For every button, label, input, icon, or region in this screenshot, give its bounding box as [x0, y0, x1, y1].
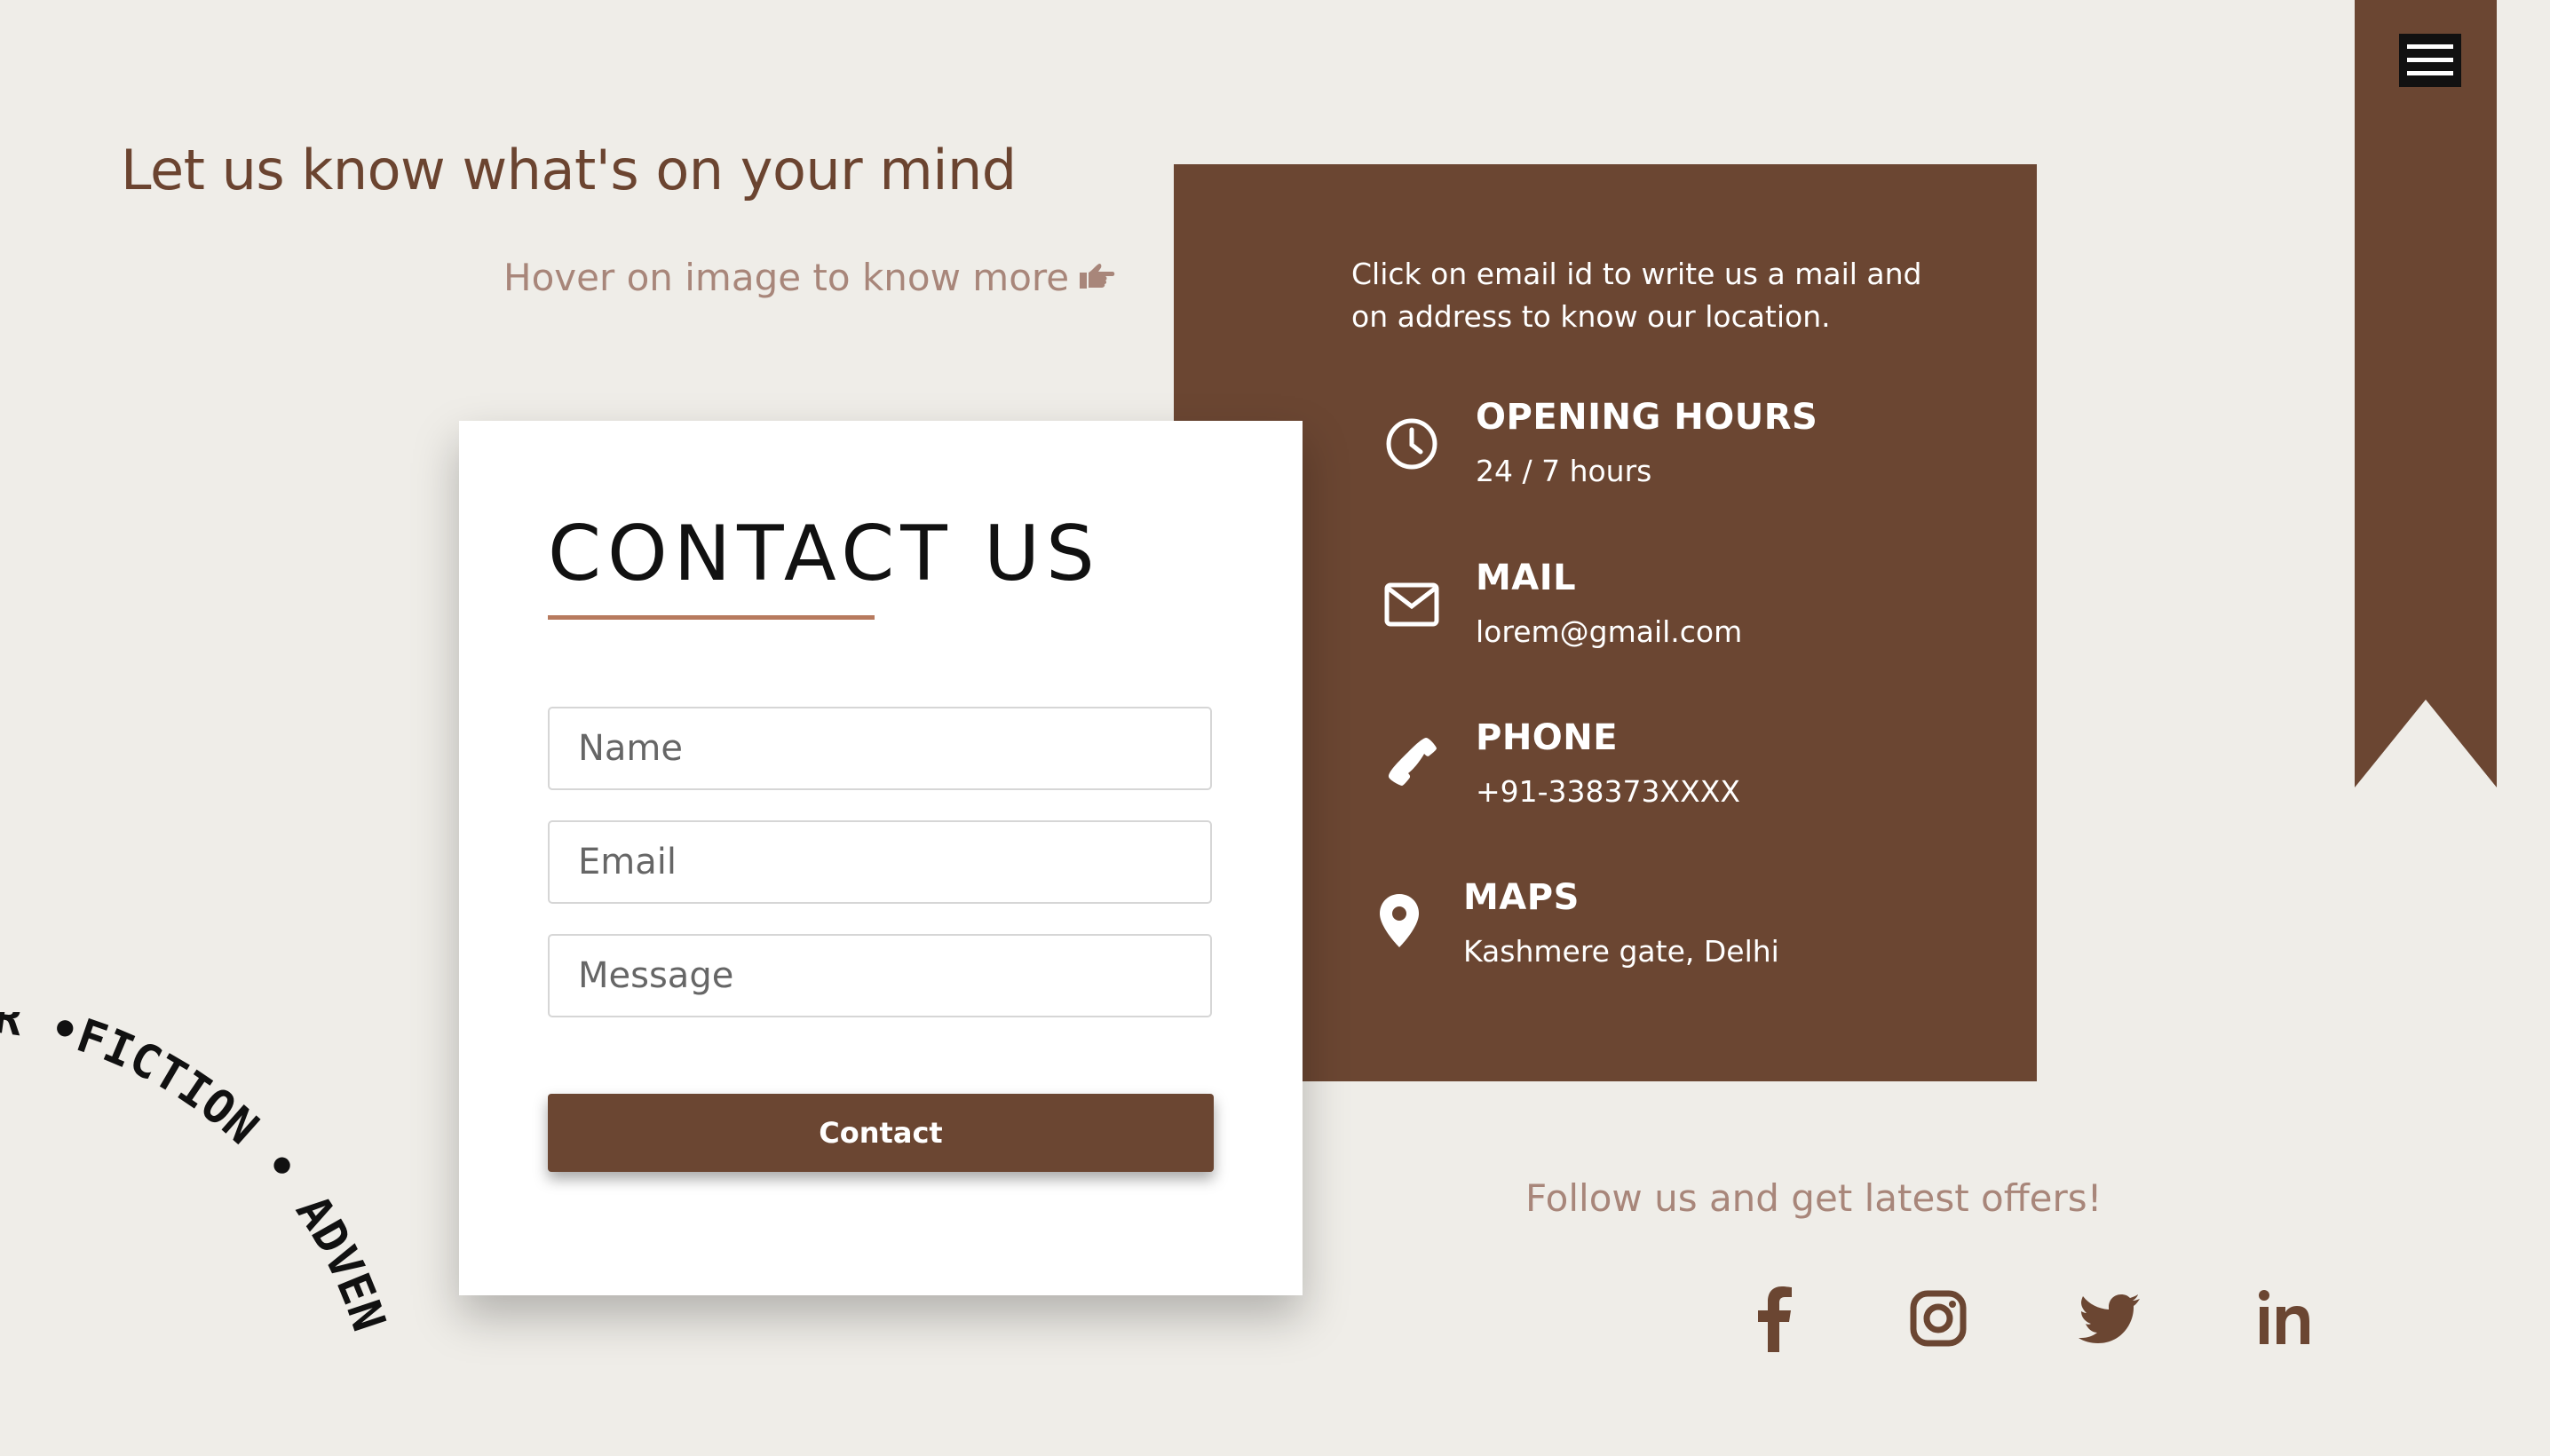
- opening-hours-item: OPENING HOURS 24 / 7 hours: [1476, 397, 1817, 488]
- title-underline: [548, 615, 875, 620]
- contact-form-title: CONTACT US: [548, 510, 1101, 598]
- opening-hours-title: OPENING HOURS: [1476, 397, 1818, 438]
- phone-title: PHONE: [1476, 717, 1619, 758]
- follow-text: Follow us and get latest offers!: [1525, 1176, 2103, 1220]
- phone-item: PHONE +91-338373XXXX: [1476, 717, 1740, 809]
- twitter-icon[interactable]: [2076, 1283, 2147, 1354]
- hover-hint-text: Hover on image to know more: [503, 256, 1070, 299]
- email-input[interactable]: [548, 820, 1212, 904]
- mail-icon: [1384, 582, 1439, 627]
- contact-button[interactable]: Contact: [548, 1094, 1214, 1172]
- maps-item[interactable]: MAPS Kashmere gate, Delhi: [1463, 877, 1779, 969]
- mail-item[interactable]: MAIL lorem@gmail.com: [1476, 558, 1742, 649]
- mail-title: MAIL: [1476, 558, 1577, 598]
- hamburger-line: [2407, 44, 2453, 49]
- linkedin-icon[interactable]: [2252, 1283, 2323, 1354]
- menu-button[interactable]: [2399, 34, 2461, 87]
- map-pin-icon: [1380, 894, 1419, 947]
- circular-text: OR •FICTION • ADVEN: [0, 1012, 395, 1338]
- hamburger-line: [2407, 71, 2453, 75]
- name-input[interactable]: [548, 707, 1212, 790]
- facebook-icon[interactable]: [1740, 1283, 1811, 1354]
- contact-info-panel: Click on email id to write us a mail and…: [1174, 164, 2037, 1081]
- opening-hours-value: 24 / 7 hours: [1476, 454, 1652, 488]
- clock-icon: [1386, 418, 1437, 470]
- phone-icon: [1388, 738, 1437, 786]
- message-input[interactable]: [548, 934, 1212, 1017]
- maps-title: MAPS: [1463, 877, 1580, 918]
- instagram-icon[interactable]: [1903, 1283, 1974, 1354]
- mail-link[interactable]: lorem@gmail.com: [1476, 614, 1742, 649]
- phone-value: +91-338373XXXX: [1476, 774, 1740, 809]
- page-heading: Let us know what's on your mind: [121, 138, 1017, 202]
- circular-genre-text: OR •FICTION • ADVEN: [0, 1012, 395, 1338]
- contact-form-card: CONTACT US Contact: [459, 421, 1303, 1295]
- hamburger-line: [2407, 58, 2453, 62]
- svg-text:OR •FICTION • ADVEN: OR •FICTION • ADVEN: [0, 1012, 395, 1338]
- hover-hint: Hover on image to know more: [503, 256, 1117, 299]
- info-intro-text: Click on email id to write us a mail and…: [1351, 257, 1922, 334]
- ribbon-banner: [2355, 0, 2497, 787]
- maps-address-link[interactable]: Kashmere gate, Delhi: [1463, 934, 1779, 969]
- hand-pointing-icon: [1080, 263, 1115, 289]
